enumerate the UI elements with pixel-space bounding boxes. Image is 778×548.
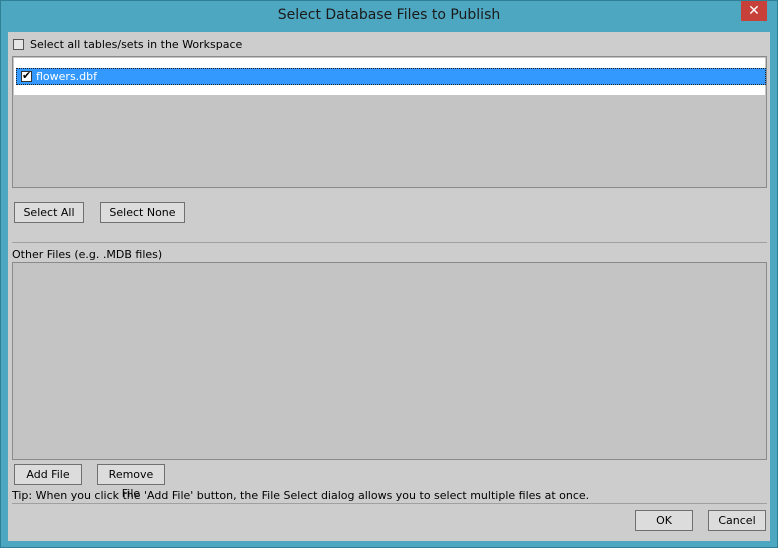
dialog-window: Select Database Files to Publish ✕ Selec…	[0, 0, 778, 548]
dialog-body: Select all tables/sets in the Workspace …	[8, 32, 770, 541]
item-label: flowers.dbf	[36, 70, 98, 83]
close-icon: ✕	[748, 3, 760, 19]
list-item[interactable]: flowers.dbf	[16, 68, 766, 85]
divider	[12, 242, 767, 243]
select-all-workspace-row[interactable]: Select all tables/sets in the Workspace	[13, 36, 242, 52]
cancel-button[interactable]: Cancel	[708, 510, 766, 531]
ok-button[interactable]: OK	[635, 510, 693, 531]
remove-file-button[interactable]: Remove File	[97, 464, 165, 500]
tables-list-rows: flowers.dbf	[14, 58, 766, 95]
select-none-button[interactable]: Select None	[100, 202, 185, 223]
tables-list[interactable]: flowers.dbf	[12, 56, 767, 188]
window-title: Select Database Files to Publish	[277, 7, 501, 23]
close-button[interactable]: ✕	[741, 1, 767, 21]
select-all-workspace-checkbox[interactable]	[13, 38, 24, 50]
add-file-button[interactable]: Add File	[14, 464, 82, 485]
tip-text: Tip: When you click the 'Add File' butto…	[12, 489, 590, 502]
select-all-workspace-label[interactable]: Select all tables/sets in the Workspace	[30, 38, 242, 51]
item-checkbox[interactable]	[21, 69, 32, 82]
other-files-list[interactable]	[12, 262, 767, 460]
title-bar[interactable]: Select Database Files to Publish ✕	[1, 1, 777, 31]
select-all-button[interactable]: Select All	[14, 202, 84, 223]
other-files-label: Other Files (e.g. .MDB files)	[12, 248, 163, 261]
footer-divider	[12, 503, 767, 504]
